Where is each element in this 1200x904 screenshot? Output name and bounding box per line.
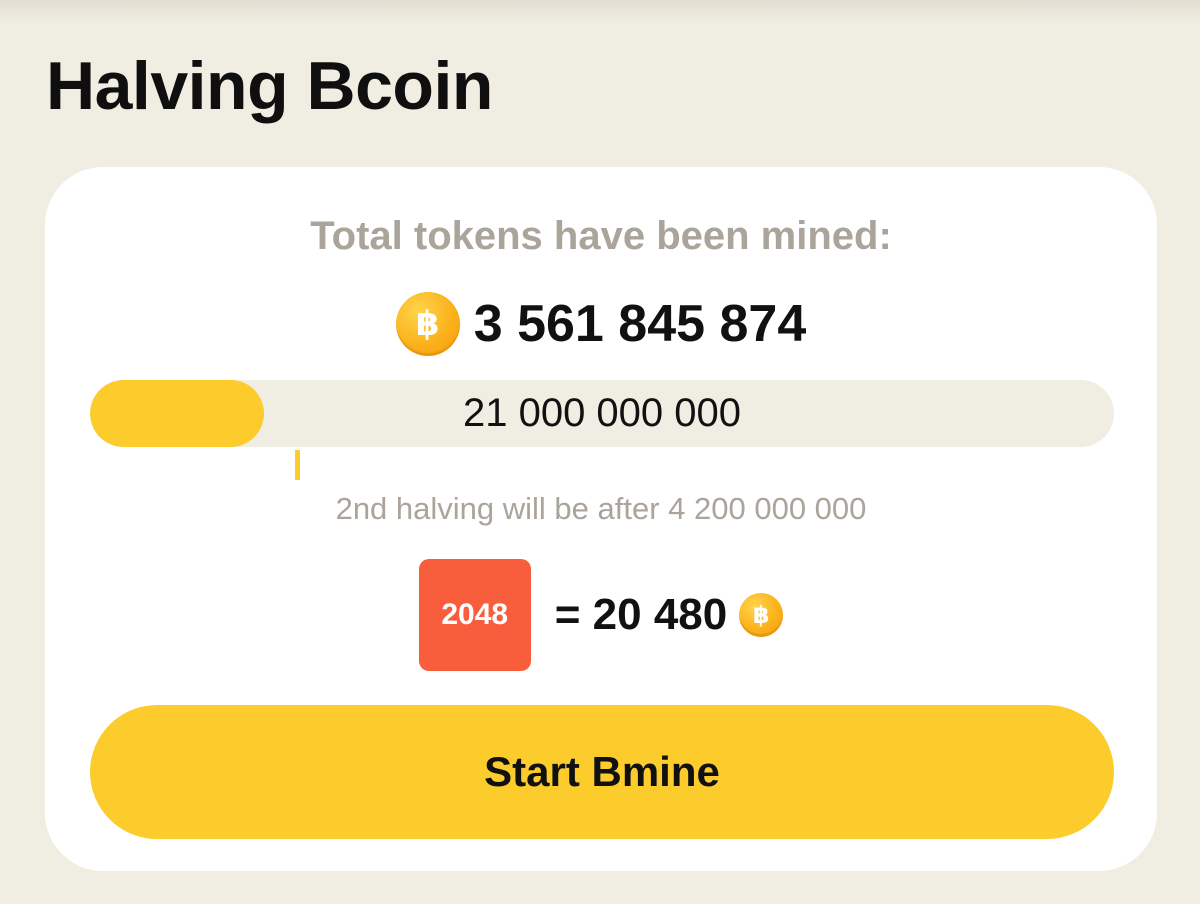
reward-value: = 20 480 <box>554 590 728 639</box>
halving-marker <box>295 450 300 480</box>
tile-2048: 2048 <box>418 559 531 671</box>
coin-icon: ฿ <box>739 593 784 637</box>
halving-note: 2nd halving will be after 4 200 000 000 <box>335 491 867 526</box>
total-mined-value: 3 561 845 874 <box>473 295 807 353</box>
page-title: Halving Bcoin <box>46 48 493 124</box>
mined-label: Total tokens have been mined: <box>310 214 892 258</box>
coin-icon: ฿ <box>395 292 460 356</box>
halving-card: Total tokens have been mined: ฿ 3 561 84… <box>45 167 1157 871</box>
mining-progress-bar: 21 000 000 000 <box>90 380 1114 447</box>
total-mined-row: ฿ 3 561 845 874 <box>45 292 1157 356</box>
status-bar-shadow <box>0 0 1200 24</box>
reward-row: 2048 = 20 480 ฿ <box>45 559 1157 671</box>
start-bmine-button[interactable]: Start Bmine <box>90 705 1114 839</box>
total-supply-label: 21 000 000 000 <box>462 391 742 435</box>
